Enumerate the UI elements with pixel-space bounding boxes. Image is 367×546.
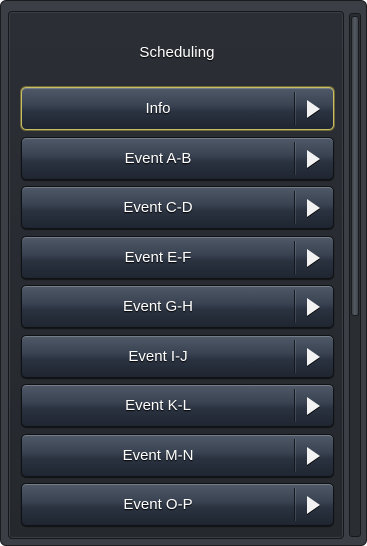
panel-title: Scheduling [139, 44, 215, 61]
menu-item-divider [294, 141, 295, 175]
scheduling-panel: Scheduling Info Event A-B Event C-D Even… [8, 11, 344, 539]
menu-item-event-e-f[interactable]: Event E-F [21, 235, 334, 279]
chevron-right-icon [307, 496, 320, 514]
menu-item-divider [294, 339, 295, 373]
chevron-right-icon [307, 100, 320, 118]
chevron-right-icon [307, 347, 320, 366]
menu-item-event-a-b[interactable]: Event A-B [21, 136, 334, 180]
menu-item-label: Event E-F [124, 248, 192, 266]
menu-item-divider [294, 389, 295, 422]
menu-item-event-c-d[interactable]: Event C-D [21, 186, 334, 229]
menu-item-event-g-h[interactable]: Event G-H [21, 285, 334, 328]
menu-item-label: Event A-B [124, 149, 192, 167]
menu-item-divider [294, 92, 295, 125]
menu-item-label: Event G-H [122, 298, 194, 315]
menu-item-label: Event O-P [123, 496, 193, 513]
vertical-scrollbar[interactable] [349, 13, 361, 537]
chevron-right-icon [307, 248, 320, 267]
scrollbar-thumb[interactable] [351, 16, 359, 316]
menu-item-divider [294, 191, 295, 224]
chevron-right-icon [307, 199, 320, 217]
menu-item-label: Event M-N [122, 446, 194, 464]
menu-item-divider [294, 290, 295, 323]
menu-item-divider [294, 240, 295, 274]
menu-item-divider [294, 438, 295, 472]
menu-item-label: Info [145, 100, 171, 117]
menu-item-event-i-j[interactable]: Event I-J [21, 334, 334, 378]
chevron-right-icon [307, 446, 320, 465]
menu-item-event-o-p[interactable]: Event O-P [21, 483, 334, 526]
chevron-right-icon [307, 397, 320, 415]
menu-item-label: Event C-D [123, 199, 193, 216]
menu-item-divider [294, 488, 295, 521]
window-frame: Scheduling Info Event A-B Event C-D Even… [0, 0, 367, 546]
menu-item-label: Event I-J [128, 347, 188, 365]
menu-item-event-m-n[interactable]: Event M-N [21, 433, 334, 477]
chevron-right-icon [307, 298, 320, 316]
menu-item-info[interactable]: Info [21, 87, 334, 130]
chevron-right-icon [307, 149, 320, 168]
scheduling-menu: Info Event A-B Event C-D Event E-F Event [21, 87, 334, 533]
menu-item-event-k-l[interactable]: Event K-L [21, 384, 334, 427]
menu-item-label: Event K-L [125, 397, 191, 414]
